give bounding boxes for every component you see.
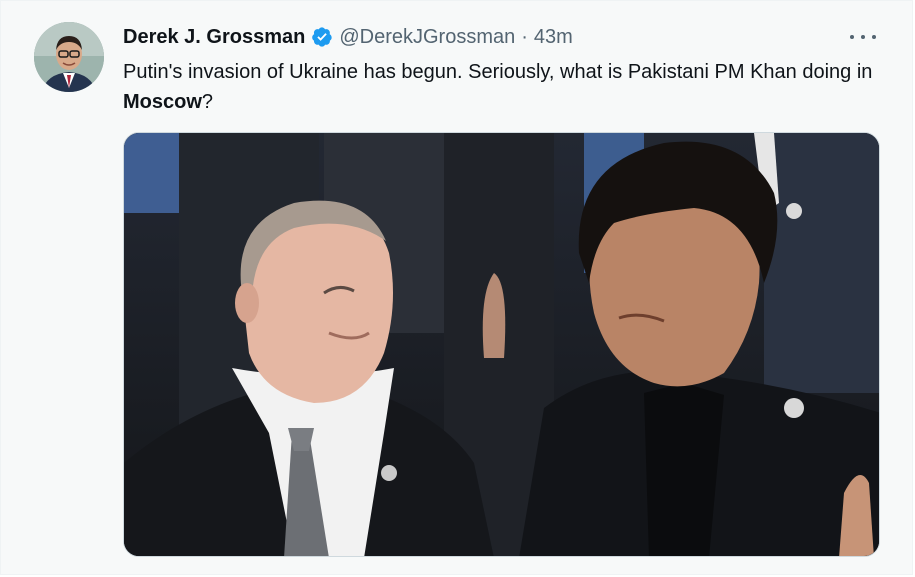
tweet-text-part: Putin's invasion of Ukraine has begun. S… xyxy=(123,61,873,83)
avatar[interactable] xyxy=(34,22,104,92)
tweet-card[interactable]: Derek J. Grossman @DerekJGrossman · 43m … xyxy=(0,0,913,575)
tweet-media-photo[interactable] xyxy=(123,132,880,557)
more-options-icon[interactable] xyxy=(850,25,876,49)
tweet-text: Putin's invasion of Ukraine has begun. S… xyxy=(123,57,893,117)
author-handle[interactable]: @DerekJGrossman xyxy=(339,26,515,49)
tweet-text-bold: Moscow xyxy=(123,91,202,113)
tweet-header: Derek J. Grossman @DerekJGrossman · 43m xyxy=(123,23,882,51)
separator-dot: · xyxy=(521,25,528,48)
tweet-text-end: ? xyxy=(201,91,214,113)
verified-badge-icon xyxy=(312,27,333,47)
author-name[interactable]: Derek J. Grossman xyxy=(123,26,305,49)
timestamp[interactable]: 43m xyxy=(534,26,573,49)
